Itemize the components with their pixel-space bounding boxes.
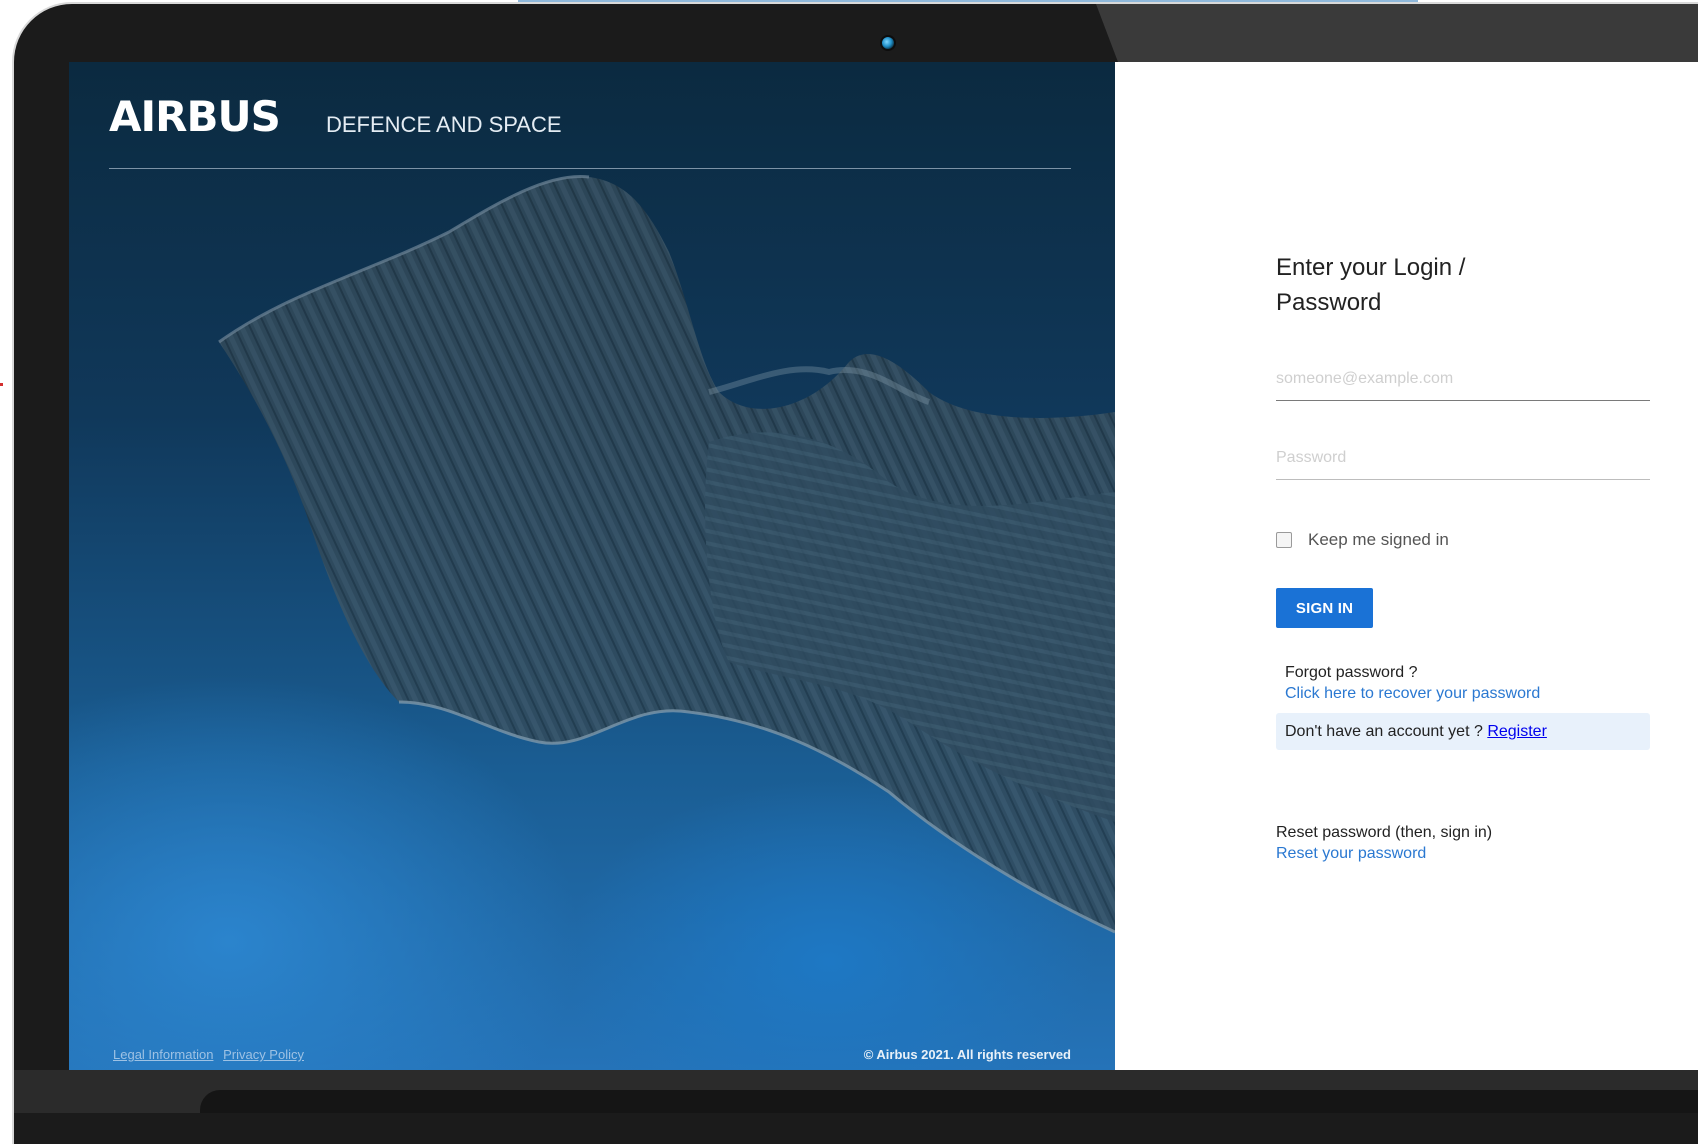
email-input[interactable] xyxy=(1276,362,1650,400)
laptop-screen: AIRBUS DEFENCE AND SPACE Legal Informati… xyxy=(69,62,1698,1070)
reset-password-text: Reset password (then, sign in) xyxy=(1276,824,1493,841)
privacy-policy-link[interactable]: Privacy Policy xyxy=(223,1047,304,1062)
copyright-text: © Airbus 2021. All rights reserved xyxy=(863,1047,1071,1062)
webcam-icon xyxy=(880,35,896,51)
bezel-glare xyxy=(1096,4,1698,62)
forgot-password-text: Forgot password ? xyxy=(1285,664,1418,681)
laptop-base xyxy=(14,1070,1698,1113)
keep-signed-in-checkbox[interactable] xyxy=(1276,532,1292,548)
no-account-text: Don't have an account yet ? xyxy=(1285,723,1483,740)
email-field-wrapper xyxy=(1276,362,1650,401)
login-form: Enter your Login / Password Keep me sign… xyxy=(1276,250,1650,864)
legal-information-link[interactable]: Legal Information xyxy=(113,1047,213,1062)
satellite-image xyxy=(218,174,1115,934)
keep-signed-in-row[interactable]: Keep me signed in xyxy=(1276,530,1650,550)
brand-subtitle: DEFENCE AND SPACE xyxy=(326,112,562,137)
password-field-wrapper xyxy=(1276,441,1650,480)
footer-links: Legal Information Privacy Policy xyxy=(113,1047,310,1062)
hero-panel: AIRBUS DEFENCE AND SPACE Legal Informati… xyxy=(69,62,1115,1070)
forgot-password-section: Forgot password ? Click here to recover … xyxy=(1276,662,1650,704)
register-link[interactable]: Register xyxy=(1487,723,1547,740)
login-panel: Enter your Login / Password Keep me sign… xyxy=(1115,62,1698,1070)
reset-password-link[interactable]: Reset your password xyxy=(1276,843,1650,864)
reset-password-section: Reset password (then, sign in) Reset you… xyxy=(1276,822,1650,864)
background-strip xyxy=(518,0,1418,3)
password-input[interactable] xyxy=(1276,441,1650,479)
keep-signed-in-label: Keep me signed in xyxy=(1308,530,1449,549)
register-section: Don't have an account yet ? Register xyxy=(1276,713,1650,750)
header-divider xyxy=(109,168,1071,169)
airbus-logo: AIRBUS xyxy=(109,92,281,141)
form-title: Enter your Login / Password xyxy=(1276,254,1466,316)
sign-in-button[interactable]: SIGN IN xyxy=(1276,588,1373,628)
edge-mark xyxy=(0,383,3,386)
recover-password-link[interactable]: Click here to recover your password xyxy=(1285,683,1641,704)
